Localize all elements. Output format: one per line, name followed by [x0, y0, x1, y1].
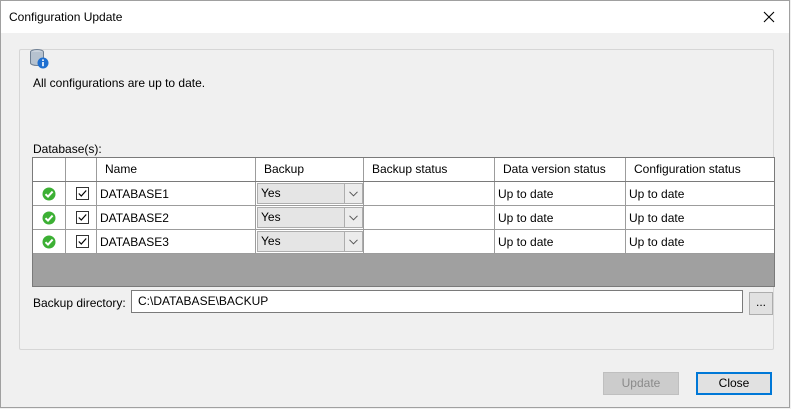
header-data-version-status[interactable]: Data version status — [495, 158, 626, 181]
backup-select[interactable]: Yes — [257, 183, 363, 204]
backup-select[interactable]: Yes — [257, 231, 363, 252]
close-window-icon[interactable] — [749, 1, 789, 33]
ok-check-icon — [42, 187, 56, 201]
table-row[interactable]: DATABASE3 Yes Up to date Up to date — [33, 230, 774, 254]
database-name: DATABASE3 — [97, 230, 256, 254]
header-backup[interactable]: Backup — [256, 158, 364, 181]
header-configuration-status[interactable]: Configuration status — [626, 158, 774, 181]
backup-select-value: Yes — [261, 210, 281, 224]
ok-check-icon — [42, 211, 56, 225]
title-bar: Configuration Update — [1, 1, 789, 33]
chevron-down-icon[interactable] — [344, 208, 362, 227]
backup-select-value: Yes — [261, 186, 281, 200]
table-row[interactable]: DATABASE1 Yes Up to date Up to date — [33, 182, 774, 206]
data-version-status: Up to date — [495, 206, 626, 230]
header-name[interactable]: Name — [97, 158, 256, 181]
row-checkbox[interactable] — [76, 187, 89, 200]
header-select[interactable] — [66, 158, 97, 181]
backup-status — [364, 206, 495, 230]
window-title: Configuration Update — [9, 10, 123, 24]
ok-check-icon — [42, 235, 56, 249]
database-info-icon — [29, 48, 51, 70]
databases-label: Database(s): — [33, 142, 102, 156]
backup-status — [364, 230, 495, 254]
row-checkbox[interactable] — [76, 211, 89, 224]
browse-button[interactable]: ... — [749, 292, 773, 315]
databases-grid: Name Backup Backup status Data version s… — [32, 157, 775, 287]
data-version-status: Up to date — [495, 182, 626, 206]
backup-select-value: Yes — [261, 234, 281, 248]
chevron-down-icon[interactable] — [344, 184, 362, 203]
backup-status — [364, 182, 495, 206]
configuration-status: Up to date — [626, 206, 774, 230]
database-name: DATABASE2 — [97, 206, 256, 230]
table-row[interactable]: DATABASE2 Yes Up to date Up to date — [33, 206, 774, 230]
backup-directory-label: Backup directory: — [33, 296, 126, 310]
row-checkbox[interactable] — [76, 235, 89, 248]
configuration-status: Up to date — [626, 182, 774, 206]
header-status[interactable] — [33, 158, 66, 181]
database-name: DATABASE1 — [97, 182, 256, 206]
configuration-status: Up to date — [626, 230, 774, 254]
update-button[interactable]: Update — [603, 372, 679, 395]
close-button[interactable]: Close — [696, 372, 772, 395]
chevron-down-icon[interactable] — [344, 232, 362, 251]
status-message: All configurations are up to date. — [33, 76, 206, 90]
backup-select[interactable]: Yes — [257, 207, 363, 228]
header-backup-status[interactable]: Backup status — [364, 158, 495, 181]
backup-directory-input[interactable]: C:\DATABASE\BACKUP — [131, 290, 743, 313]
data-version-status: Up to date — [495, 230, 626, 254]
grid-header: Name Backup Backup status Data version s… — [33, 158, 774, 182]
